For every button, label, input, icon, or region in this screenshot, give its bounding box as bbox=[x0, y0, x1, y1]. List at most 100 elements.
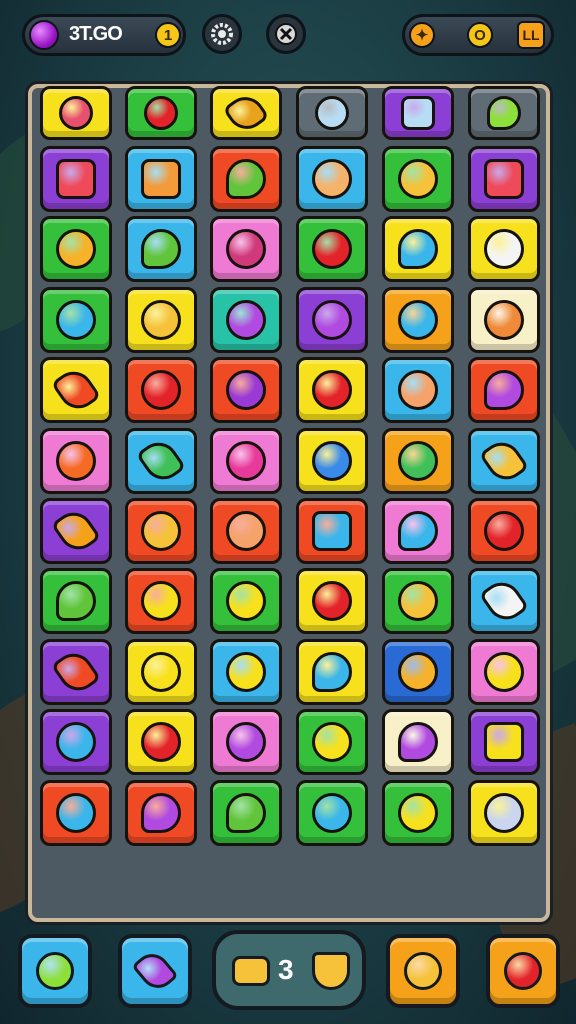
carrot-icon bbox=[222, 89, 270, 137]
tile[interactable] bbox=[210, 357, 282, 424]
tile[interactable] bbox=[468, 286, 540, 353]
tile[interactable] bbox=[382, 216, 454, 283]
gem-icon bbox=[29, 20, 59, 50]
tile[interactable] bbox=[125, 86, 197, 140]
game-board bbox=[28, 84, 550, 922]
tile[interactable] bbox=[40, 427, 112, 494]
tile[interactable] bbox=[296, 779, 368, 846]
tile[interactable] bbox=[296, 357, 368, 424]
tile[interactable] bbox=[468, 216, 540, 283]
tile[interactable] bbox=[382, 146, 454, 212]
lantern-icon bbox=[141, 370, 181, 411]
tile[interactable] bbox=[40, 709, 112, 776]
face-icon bbox=[484, 651, 524, 692]
hammer-icon bbox=[478, 575, 530, 628]
tile[interactable] bbox=[125, 357, 197, 424]
tile[interactable] bbox=[468, 427, 540, 494]
tile[interactable] bbox=[210, 286, 282, 353]
tile[interactable] bbox=[210, 709, 282, 776]
flag-icon[interactable]: ✦ bbox=[409, 22, 435, 48]
tile[interactable] bbox=[296, 427, 368, 494]
tile[interactable] bbox=[296, 568, 368, 635]
tile[interactable] bbox=[296, 498, 368, 564]
tile[interactable] bbox=[468, 146, 540, 212]
tile[interactable] bbox=[468, 709, 540, 776]
fruit-booster-button[interactable] bbox=[486, 934, 560, 1008]
tile[interactable] bbox=[382, 709, 454, 776]
corn-icon bbox=[56, 229, 96, 270]
tile[interactable] bbox=[40, 286, 112, 353]
tile[interactable] bbox=[382, 86, 454, 140]
tile[interactable] bbox=[210, 216, 282, 283]
tile[interactable] bbox=[382, 427, 454, 494]
jar-icon bbox=[56, 159, 96, 199]
tile[interactable] bbox=[40, 568, 112, 635]
avocado-icon bbox=[36, 952, 74, 990]
balloon-icon bbox=[398, 722, 438, 763]
tile[interactable] bbox=[296, 86, 368, 140]
tile[interactable] bbox=[125, 638, 197, 705]
ring-icon bbox=[226, 651, 266, 692]
tile[interactable] bbox=[296, 146, 368, 212]
tile[interactable] bbox=[125, 427, 197, 494]
tile[interactable] bbox=[468, 638, 540, 705]
tile[interactable] bbox=[40, 498, 112, 564]
balloon-icon bbox=[398, 511, 438, 551]
tile[interactable] bbox=[468, 86, 540, 140]
balloon-icon bbox=[141, 792, 181, 833]
gear-icon[interactable] bbox=[202, 14, 242, 54]
tile[interactable] bbox=[382, 568, 454, 635]
tile[interactable] bbox=[125, 498, 197, 564]
tile[interactable] bbox=[468, 498, 540, 564]
tile[interactable] bbox=[382, 286, 454, 353]
tile[interactable] bbox=[40, 779, 112, 846]
tile[interactable] bbox=[40, 357, 112, 424]
tile[interactable] bbox=[382, 779, 454, 846]
coin-icon[interactable]: 1 bbox=[155, 22, 181, 48]
avocado-booster-button[interactable] bbox=[18, 934, 92, 1008]
square-icon[interactable]: LL bbox=[517, 21, 545, 49]
apple-icon bbox=[226, 722, 266, 763]
box-icon bbox=[312, 511, 352, 551]
tile[interactable] bbox=[125, 568, 197, 635]
tile[interactable] bbox=[468, 357, 540, 424]
tile[interactable] bbox=[296, 709, 368, 776]
tile[interactable] bbox=[210, 427, 282, 494]
apple-icon bbox=[144, 96, 178, 130]
tile[interactable] bbox=[296, 638, 368, 705]
tile[interactable] bbox=[125, 146, 197, 212]
sun-icon bbox=[312, 792, 352, 833]
tile[interactable] bbox=[125, 709, 197, 776]
tile[interactable] bbox=[210, 146, 282, 212]
tile[interactable] bbox=[296, 216, 368, 283]
berry-icon bbox=[226, 370, 266, 411]
coin-icon: O bbox=[467, 22, 493, 48]
tile[interactable] bbox=[125, 779, 197, 846]
pencil-booster-button[interactable] bbox=[118, 934, 192, 1008]
tile[interactable] bbox=[468, 568, 540, 635]
tile[interactable] bbox=[210, 498, 282, 564]
tile[interactable] bbox=[210, 568, 282, 635]
figure-booster-button[interactable] bbox=[386, 934, 460, 1008]
tile[interactable] bbox=[210, 779, 282, 846]
tile[interactable] bbox=[40, 638, 112, 705]
plum-icon bbox=[312, 299, 352, 340]
tile[interactable] bbox=[468, 779, 540, 846]
bee-icon bbox=[141, 299, 181, 340]
balloon-icon bbox=[56, 581, 96, 622]
tile[interactable] bbox=[210, 638, 282, 705]
tile[interactable] bbox=[40, 216, 112, 283]
tile[interactable] bbox=[125, 286, 197, 353]
tile[interactable] bbox=[382, 357, 454, 424]
tile[interactable] bbox=[125, 216, 197, 283]
sun-icon bbox=[312, 722, 352, 763]
hand-icon bbox=[398, 299, 438, 340]
moves-count: 3 bbox=[278, 954, 294, 985]
tile[interactable] bbox=[210, 86, 282, 140]
tile[interactable] bbox=[296, 286, 368, 353]
tile[interactable] bbox=[40, 86, 112, 140]
tile[interactable] bbox=[382, 498, 454, 564]
tile[interactable] bbox=[40, 146, 112, 212]
tile[interactable] bbox=[382, 638, 454, 705]
settings-icon[interactable] bbox=[266, 14, 306, 54]
